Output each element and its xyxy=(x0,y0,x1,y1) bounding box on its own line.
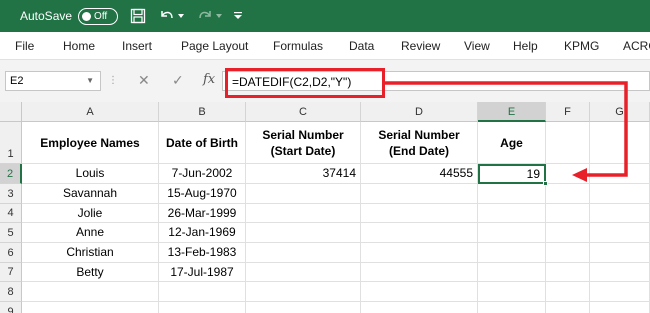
annotation-arrow xyxy=(385,81,628,182)
